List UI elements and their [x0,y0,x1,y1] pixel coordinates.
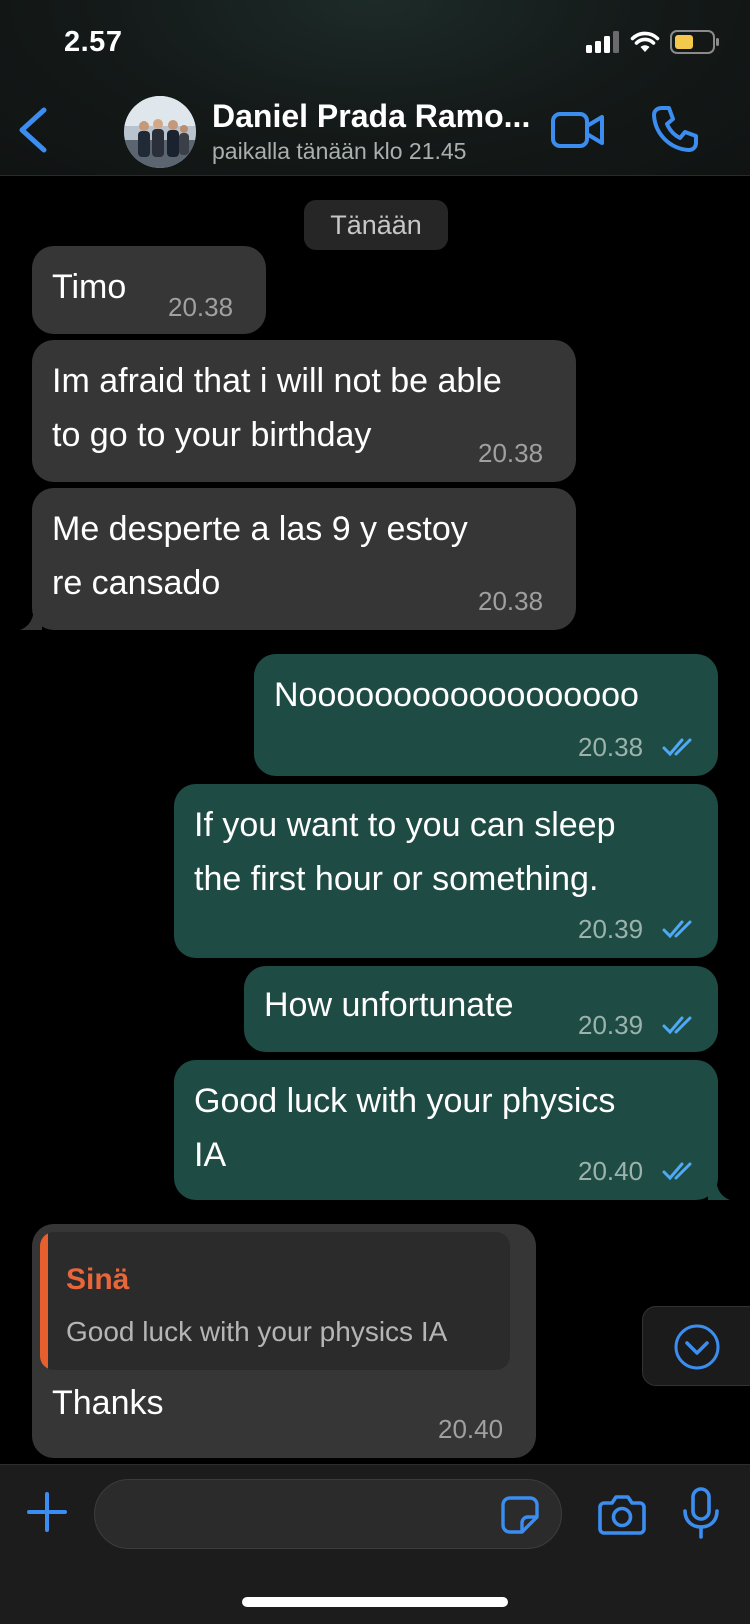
quoted-text: Good luck with your physics IA [66,1316,448,1347]
plus-icon [27,1492,67,1532]
message-time: 20.40 [578,1156,644,1186]
status-time: 2.57 [64,26,123,58]
message-text: Im afraid that i will not be able to go … [52,362,502,454]
voice-message-button[interactable] [682,1487,720,1539]
battery-icon [670,30,719,54]
message-input[interactable] [94,1479,562,1549]
message-time: 20.38 [168,292,234,322]
message-bubble-outgoing[interactable]: Noooooooooooooooooo 20.38 [254,654,718,776]
message-text: If you want to you can sleep the first h… [194,806,616,898]
message-text: Good luck with your physics IA [194,1082,616,1174]
chat-header: 2.57 Daniel Prada Ramo... paikalla tänää… [0,0,750,176]
camera-button[interactable] [598,1493,646,1535]
message-bubble-incoming-reply[interactable]: Sinä Good luck with your physics IA Than… [32,1224,536,1458]
message-text: Timo [52,268,127,306]
message-time: 20.39 [578,1010,644,1040]
sticker-button[interactable] [500,1495,540,1535]
sticker-icon [501,1496,539,1534]
message-time: 20.38 [578,732,644,762]
message-bubble-incoming[interactable]: Timo 20.38 [32,246,266,334]
chevron-left-icon [19,107,47,153]
camera-icon [598,1495,646,1535]
contact-name[interactable]: Daniel Prada Ramo... [212,98,530,135]
voice-call-button[interactable] [650,104,700,154]
last-seen-status: paikalla tänään klo 21.45 [212,138,467,164]
message-text: How unfortunate [264,986,514,1024]
quote-accent-bar [40,1232,48,1370]
read-receipt-icon [662,920,692,939]
message-bubble-incoming[interactable]: Im afraid that i will not be able to go … [32,340,576,482]
message-bubble-incoming[interactable]: Me desperte a las 9 y estoy re cansado 2… [32,488,576,630]
message-text: Noooooooooooooooooo [274,676,639,714]
message-time: 20.40 [438,1414,504,1444]
message-bubble-outgoing[interactable]: Good luck with your physics IA 20.40 [174,1060,718,1200]
message-text: Thanks [52,1384,164,1422]
video-call-button[interactable] [550,108,606,152]
bubble-tail [20,606,42,630]
message-time: 20.38 [478,438,544,468]
status-icons [586,30,720,54]
avatar[interactable] [124,96,196,168]
message-time: 20.38 [478,586,544,616]
read-receipt-icon [662,738,692,757]
wifi-icon [630,31,660,52]
message-input-bar [0,1464,750,1624]
message-bubble-outgoing[interactable]: If you want to you can sleep the first h… [174,784,718,958]
attach-button[interactable] [26,1491,68,1533]
read-receipt-icon [662,1016,692,1035]
microphone-icon [683,1487,719,1539]
message-text: Me desperte a las 9 y estoy re cansado [52,510,468,602]
read-receipt-icon [662,1162,692,1181]
scroll-to-bottom-button[interactable] [642,1306,750,1386]
quoted-message[interactable]: Sinä Good luck with your physics IA [40,1232,510,1370]
message-time: 20.39 [578,914,644,944]
back-button[interactable] [14,104,54,156]
avatar-photo [124,96,196,168]
date-separator: Tänään [304,200,448,250]
quoted-author: Sinä [66,1263,130,1296]
video-camera-icon [551,112,604,148]
chevron-down-circle-icon [674,1324,720,1370]
signal-icon [586,31,619,53]
phone-icon [652,106,698,152]
bubble-tail [708,1176,730,1200]
message-bubble-outgoing[interactable]: How unfortunate 20.39 [244,966,718,1052]
home-indicator [242,1597,508,1607]
